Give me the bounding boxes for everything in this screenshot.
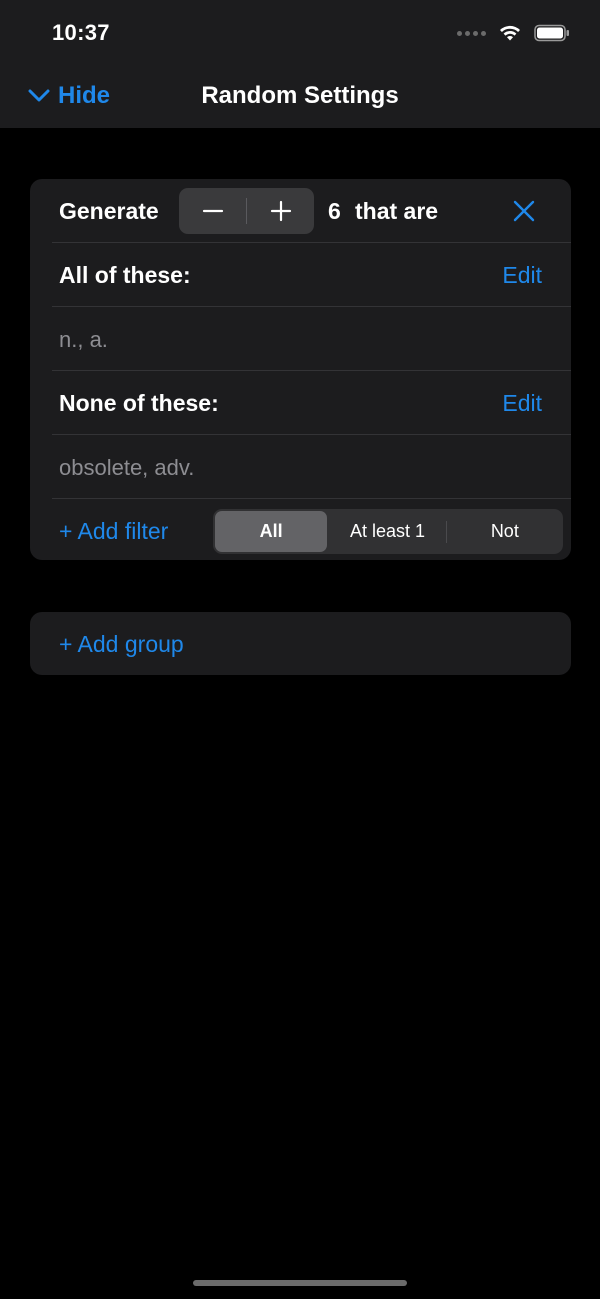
none-of-header-row: None of these: Edit bbox=[52, 371, 571, 435]
wifi-icon bbox=[500, 25, 520, 41]
add-filter-button[interactable]: + Add filter bbox=[59, 518, 168, 545]
filter-group-card: Generate 6 that are All of these: Edit n… bbox=[30, 179, 571, 560]
all-of-label: All of these: bbox=[59, 262, 191, 288]
status-time: 10:37 bbox=[52, 20, 110, 45]
battery-icon bbox=[534, 24, 569, 42]
segment-at-least-1[interactable]: At least 1 bbox=[331, 511, 443, 552]
decrement-button[interactable] bbox=[179, 188, 246, 234]
filter-actions-row: + Add filter All At least 1 Not bbox=[52, 499, 571, 560]
navigation-bar: Hide Random Settings bbox=[0, 64, 600, 128]
that-are-label: that are bbox=[355, 198, 439, 224]
plus-icon bbox=[270, 200, 291, 222]
segment-all[interactable]: All bbox=[215, 511, 328, 552]
add-group-card[interactable]: + Add group bbox=[30, 612, 571, 675]
all-of-values: n., a. bbox=[59, 327, 108, 352]
none-of-edit-button[interactable]: Edit bbox=[502, 390, 542, 417]
page-title: Random Settings bbox=[201, 82, 399, 109]
none-of-values: obsolete, adv. bbox=[59, 455, 195, 480]
all-of-header-row: All of these: Edit bbox=[52, 243, 571, 307]
status-bar: 10:37 bbox=[0, 0, 600, 64]
generate-row: Generate 6 that are bbox=[52, 179, 571, 243]
segment-not[interactable]: Not bbox=[449, 511, 561, 552]
all-of-values-row[interactable]: n., a. bbox=[52, 307, 571, 371]
generate-label: Generate bbox=[59, 198, 159, 224]
none-of-values-row[interactable]: obsolete, adv. bbox=[52, 435, 571, 499]
home-indicator bbox=[193, 1280, 407, 1286]
increment-button[interactable] bbox=[247, 188, 314, 234]
all-of-edit-button[interactable]: Edit bbox=[502, 262, 542, 289]
close-icon bbox=[513, 200, 535, 222]
none-of-label: None of these: bbox=[59, 390, 219, 416]
add-group-button[interactable]: + Add group bbox=[59, 631, 184, 658]
generate-count: 6 bbox=[328, 198, 341, 224]
match-mode-segmented-control: All At least 1 Not bbox=[213, 509, 563, 554]
count-stepper bbox=[179, 188, 314, 234]
signal-dots-icon bbox=[457, 30, 486, 36]
status-icons bbox=[457, 22, 570, 44]
minus-icon bbox=[202, 209, 223, 213]
remove-group-button[interactable] bbox=[512, 199, 536, 223]
segment-divider bbox=[445, 520, 447, 543]
